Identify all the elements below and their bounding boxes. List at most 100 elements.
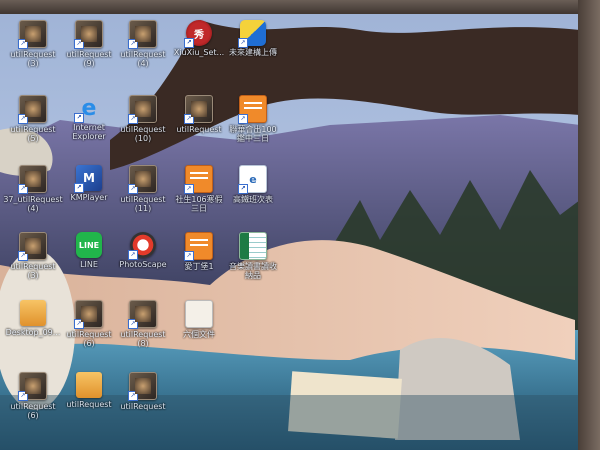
shortcut-arrow-icon: ↗ [184,114,194,124]
video-thumbnail-icon: ↗ [184,95,213,124]
video-thumbnail-icon: ↗ [18,95,47,124]
desktop-shortcut[interactable]: ↗ utilRequest [168,95,230,134]
desktop-shortcut[interactable]: ↗ utilRequest (11) [112,165,174,213]
desktop-shortcut[interactable]: ↗ 社生106寒假 三日 [168,165,230,213]
desktop-shortcut[interactable]: 秀 ↗ XiuXiu_Set... [168,20,230,57]
desktop-shortcut-label: utilRequest [66,400,112,409]
shortcut-arrow-icon: ↗ [74,39,84,49]
shortcut-arrow-icon: ↗ [128,114,138,124]
desktop-shortcut[interactable]: ↗ utilRequest [112,372,174,411]
video-thumbnail-icon: ↗ [74,300,103,329]
shortcut-arrow-icon: ↗ [74,183,84,193]
shortcut-arrow-icon: ↗ [18,114,28,124]
desktop-shortcut[interactable]: ↗ utilRequest (9) [58,20,120,68]
desktop-shortcut[interactable]: ↗ utilRequest (4) [112,20,174,68]
monitor-bezel-right [578,0,600,450]
desktop-shortcut-label: 六個文件 [183,330,215,339]
desktop-shortcut-label: XiuXiu_Set... [173,48,225,57]
spreadsheet-icon [239,232,267,260]
desktop-shortcut-label: PhotoScape [119,260,167,269]
shortcut-arrow-icon: ↗ [184,251,194,261]
desktop-shortcut-label: 未來建構上傳 [229,48,277,57]
folder-icon [76,372,102,398]
desktop-shortcut[interactable]: ↗ 未來建構上傳 [222,20,284,57]
internet-explorer-icon: e ↗ [74,95,102,123]
xiuxiu-icon: 秀 ↗ [184,20,212,48]
shortcut-arrow-icon: ↗ [18,39,28,49]
desktop-shortcut-label: utilRequest (8) [120,330,166,348]
desktop-shortcut[interactable]: utilRequest [58,372,120,409]
desktop-shortcut[interactable]: M ↗ KMPlayer [58,165,120,202]
desktop-shortcut-label: utilRequest (5) [10,125,56,143]
photoscape-icon: ↗ [128,232,156,260]
monitor-bezel-top [0,0,600,14]
shortcut-arrow-icon: ↗ [184,38,194,48]
presentation-file-icon: ↗ [238,95,267,124]
desktop-shortcut[interactable]: ↗ 37_utilRequest (4) [2,165,64,213]
desktop-shortcut-label: 社生106寒假 三日 [175,195,223,213]
desktop-shortcut-label: utilRequest [176,125,222,134]
desktop-shortcut-label: LINE [80,260,98,269]
desktop-shortcut[interactable]: ↗ utilRequest (10) [112,95,174,143]
video-thumbnail-icon: ↗ [128,20,157,49]
desktop-shortcut-label: utilRequest (6) [66,330,112,348]
folder-icon [20,300,46,326]
desktop-shortcut-label: Internet Explorer [72,123,106,141]
desktop-shortcut[interactable]: e ↗ 高鐵班次表 [222,165,284,204]
desktop-shortcut[interactable]: ↗ 愛丁堡1 [168,232,230,271]
desktop-shortcut[interactable]: Desktop_09... [2,300,64,337]
video-thumbnail-icon: ↗ [74,20,103,49]
desktop-shortcut[interactable]: ↗ PhotoScape [112,232,174,269]
desktop-shortcut[interactable]: ↗ utilRequest (6) [58,300,120,348]
desktop-shortcut[interactable]: ↗ 聯華會出100 鑑中三日 [222,95,284,143]
shortcut-arrow-icon: ↗ [128,319,138,329]
desktop-shortcut-label: 聯華會出100 鑑中三日 [229,125,277,143]
video-thumbnail-icon: ↗ [18,232,47,261]
shortcut-arrow-icon: ↗ [184,184,194,194]
shortcut-arrow-icon: ↗ [18,251,28,261]
shortcut-arrow-icon: ↗ [128,250,138,260]
desktop-shortcut[interactable]: ↗ utilRequest (3) [2,232,64,280]
desktop-shortcut-label: Desktop_09... [5,328,61,337]
desktop-shortcut-label: KMPlayer [70,193,108,202]
desktop-shortcut-label: 高鐵班次表 [233,195,273,204]
desktop-shortcut-label: utilRequest (9) [66,50,112,68]
desktop-shortcut-label: utilRequest (4) [120,50,166,68]
video-thumbnail-icon: ↗ [128,165,157,194]
presentation-file-icon: ↗ [184,165,213,194]
line-app-icon: LINE [76,232,102,258]
desktop-shortcut-label: utilRequest (6) [10,402,56,420]
video-thumbnail-icon: ↗ [18,372,47,401]
desktop-shortcut[interactable]: LINE LINE [58,232,120,269]
desktop-shortcut-label: utilRequest (3) [10,50,56,68]
shortcut-arrow-icon: ↗ [18,184,28,194]
desktop-shortcut-label: utilRequest (11) [120,195,166,213]
desktop-shortcut[interactable]: ↗ utilRequest (6) [2,372,64,420]
video-thumbnail-icon: ↗ [128,372,157,401]
shortcut-arrow-icon: ↗ [238,38,248,48]
desktop-shortcut-label: 37_utilRequest (4) [3,195,63,213]
kmplayer-icon: M ↗ [74,165,102,193]
desktop-shortcut-label: 愛丁堡1 [184,262,214,271]
shortcut-arrow-icon: ↗ [128,39,138,49]
video-thumbnail-icon: ↗ [128,95,157,124]
desktop-shortcut-label: 音樂讀書讀收 納品 [229,262,277,280]
desktop-shortcut-label: utilRequest [120,402,166,411]
shortcut-arrow-icon: ↗ [18,391,28,401]
shortcut-arrow-icon: ↗ [74,319,84,329]
desktop-shortcut[interactable]: ↗ utilRequest (8) [112,300,174,348]
document-icon [185,300,213,328]
video-thumbnail-icon: ↗ [128,300,157,329]
desktop-shortcut[interactable]: 六個文件 [168,300,230,339]
desktop-shortcut-label: utilRequest (3) [10,262,56,280]
video-thumbnail-icon: ↗ [18,20,47,49]
desktop-shortcut[interactable]: e ↗ Internet Explorer [58,95,120,142]
desktop-shortcut[interactable]: ↗ utilRequest (3) [2,20,64,68]
video-thumbnail-icon: ↗ [18,165,47,194]
shortcut-arrow-icon: ↗ [74,113,84,123]
desktop-shortcut[interactable]: 音樂讀書讀收 納品 [222,232,284,280]
pdf-file-icon: e ↗ [238,165,267,194]
desktop-shortcut[interactable]: ↗ utilRequest (5) [2,95,64,143]
presentation-file-icon: ↗ [184,232,213,261]
desktop-shortcut-label: utilRequest (10) [120,125,166,143]
